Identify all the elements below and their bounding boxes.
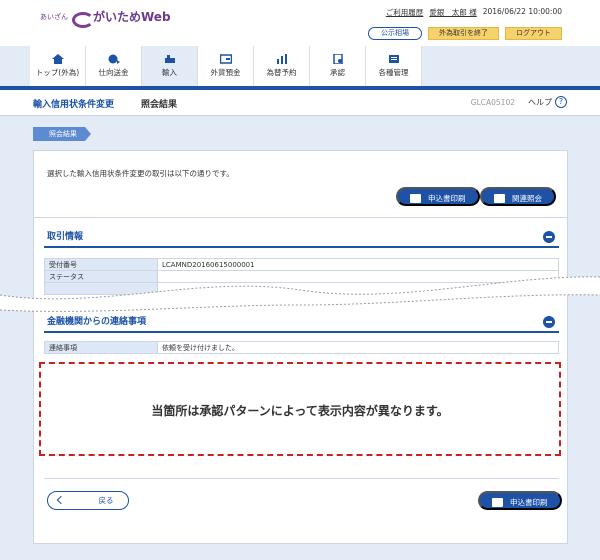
collapse-contact-icon[interactable] [543, 316, 555, 328]
nav-item-management[interactable]: 各種管理 [366, 46, 422, 86]
nav-label: 為替予約 [266, 68, 297, 77]
page-title: 輸入信用状条件変更 [33, 100, 115, 110]
nav-item-approval[interactable]: 承認 [310, 46, 366, 86]
logo-small-text: あいざん [40, 12, 68, 21]
logo-text: がいためWeb [93, 10, 171, 24]
nav-label: 輸入 [162, 68, 177, 77]
history-link[interactable]: ご利用履歴 [386, 7, 424, 18]
help-link[interactable]: ヘルプ ? [528, 96, 567, 108]
home-icon [51, 54, 64, 64]
management-icon [388, 55, 399, 63]
help-icon: ? [555, 96, 567, 108]
related-inquiry-button[interactable]: 関連照会 [480, 187, 556, 206]
print-application-button[interactable]: 申込書印刷 [396, 187, 480, 206]
section-underline [44, 246, 559, 248]
header: あいざん がいためWeb ご利用履歴 愛銀 太郎 様 2016/06/22 10… [0, 0, 600, 46]
header-buttons: 公示相場 外為取引を終了 ログアウト [368, 27, 562, 40]
contact-table: 連絡事項 依頼を受け付けました。 [44, 341, 559, 354]
nav-item-remittance[interactable]: 仕向送金 [86, 46, 142, 86]
import-icon [164, 55, 175, 63]
page-subtitle: 照会結果 [141, 100, 178, 110]
row-value: 依頼を受け付けました。 [157, 341, 559, 354]
pattern-note-box: 当箇所は承認パターンによって表示内容が異なります。 [39, 362, 561, 456]
nav-label: 各種管理 [378, 68, 409, 77]
logo-mark-icon [72, 10, 94, 28]
transaction-info-title: 取引情報 [47, 232, 84, 242]
deposit-icon [219, 54, 232, 64]
collapse-transaction-icon[interactable] [543, 231, 555, 243]
intro-text: 選択した輸入信用状条件変更の取引は以下の通りです。 [47, 169, 234, 178]
print-button-label: 申込書印刷 [428, 194, 466, 203]
back-button[interactable]: 戻る [47, 491, 129, 510]
step-indicator: 照会結果 [33, 127, 91, 141]
divider [34, 217, 567, 218]
forward-icon [276, 54, 287, 64]
nav-item-deposit[interactable]: 外貨預金 [198, 46, 254, 86]
related-button-label: 関連照会 [512, 194, 542, 203]
screen-code: GLCA05102 [470, 98, 515, 107]
nav-label: 承認 [330, 68, 345, 77]
nav-item-top[interactable]: トップ(外為) [30, 46, 86, 86]
document-search-icon [494, 194, 505, 203]
main-panel: 選択した輸入信用状条件変更の取引は以下の通りです。 申込書印刷 関連照会 取引情… [33, 150, 568, 544]
nav-item-import[interactable]: 輸入 [142, 46, 198, 86]
printer-icon [410, 194, 421, 203]
omission-wave [0, 276, 600, 312]
back-button-label: 戻る [98, 496, 114, 505]
print-application-button-bottom[interactable]: 申込書印刷 [478, 491, 562, 510]
remittance-icon [108, 54, 120, 64]
logo[interactable]: あいざん がいためWeb [40, 8, 171, 28]
print-button-label: 申込書印刷 [510, 498, 548, 507]
table-row: 連絡事項 依頼を受け付けました。 [44, 341, 559, 354]
nav-item-forward[interactable]: 為替予約 [254, 46, 310, 86]
row-label: 連絡事項 [44, 341, 158, 354]
chevron-left-icon [56, 495, 66, 505]
datetime: 2016/06/22 10:00:00 [482, 7, 562, 16]
global-nav: トップ(外為) 仕向送金 輸入 外貨預金 為替予約 承認 各種管理 [30, 46, 422, 86]
user-name: 愛銀 太郎 様 [429, 8, 477, 17]
approval-icon [332, 54, 343, 64]
rates-button[interactable]: 公示相場 [368, 27, 422, 40]
user-info: ご利用履歴 愛銀 太郎 様 2016/06/22 10:00:00 [386, 7, 562, 18]
printer-icon [492, 498, 503, 507]
nav-label: 外貨預金 [210, 68, 241, 77]
nav-label: 仕向送金 [98, 68, 129, 77]
contact-info-title: 金融機関からの連絡事項 [47, 317, 147, 327]
end-fx-button[interactable]: 外為取引を終了 [428, 27, 499, 40]
section-underline [44, 331, 559, 333]
page-title-bar: 輸入信用状条件変更 照会結果 GLCA05102 ヘルプ ? [0, 90, 600, 116]
pattern-note-text: 当箇所は承認パターンによって表示内容が異なります。 [151, 404, 449, 418]
logout-button[interactable]: ログアウト [505, 27, 562, 40]
divider [44, 478, 559, 479]
help-label: ヘルプ [528, 97, 552, 107]
nav-label: トップ(外為) [35, 68, 80, 77]
